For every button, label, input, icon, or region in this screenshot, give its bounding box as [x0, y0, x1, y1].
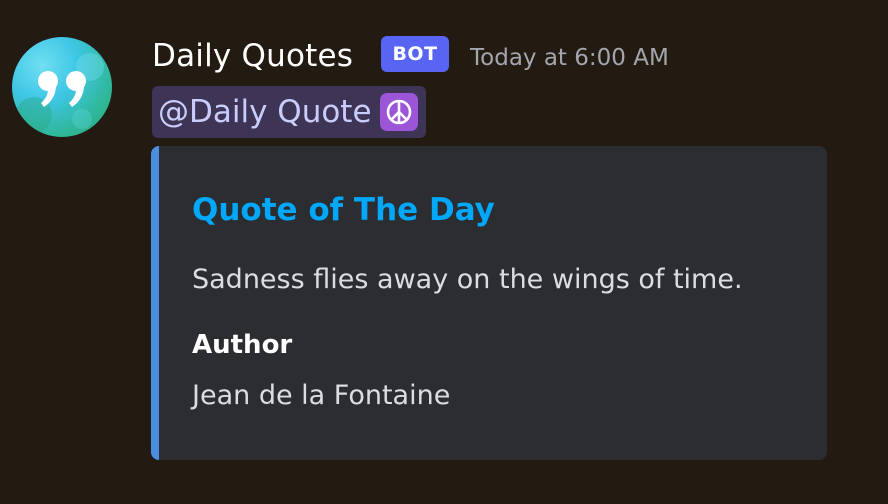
embed-description: Sadness flies away on the wings of time. [192, 264, 743, 295]
embed-accent-bar [151, 146, 159, 460]
quote-marks-icon [16, 53, 104, 133]
embed-field-name: Author [192, 330, 293, 360]
embed-field-value: Jean de la Fontaine [192, 380, 451, 411]
message-timestamp[interactable]: Today at 6:00 AM [470, 45, 669, 71]
avatar[interactable] [12, 37, 112, 137]
quote-embed: Quote of The Day Sadness flies away on t… [151, 146, 827, 460]
chat-message: Daily Quotes BOT Today at 6:00 AM @Daily… [0, 0, 888, 504]
role-mention[interactable]: @Daily Quote [152, 86, 426, 138]
embed-title: Quote of The Day [192, 192, 495, 228]
peace-symbol-icon [379, 93, 418, 131]
bot-badge: BOT [381, 36, 449, 72]
mention-label: @Daily Quote [158, 94, 372, 130]
author-name[interactable]: Daily Quotes [152, 38, 353, 74]
